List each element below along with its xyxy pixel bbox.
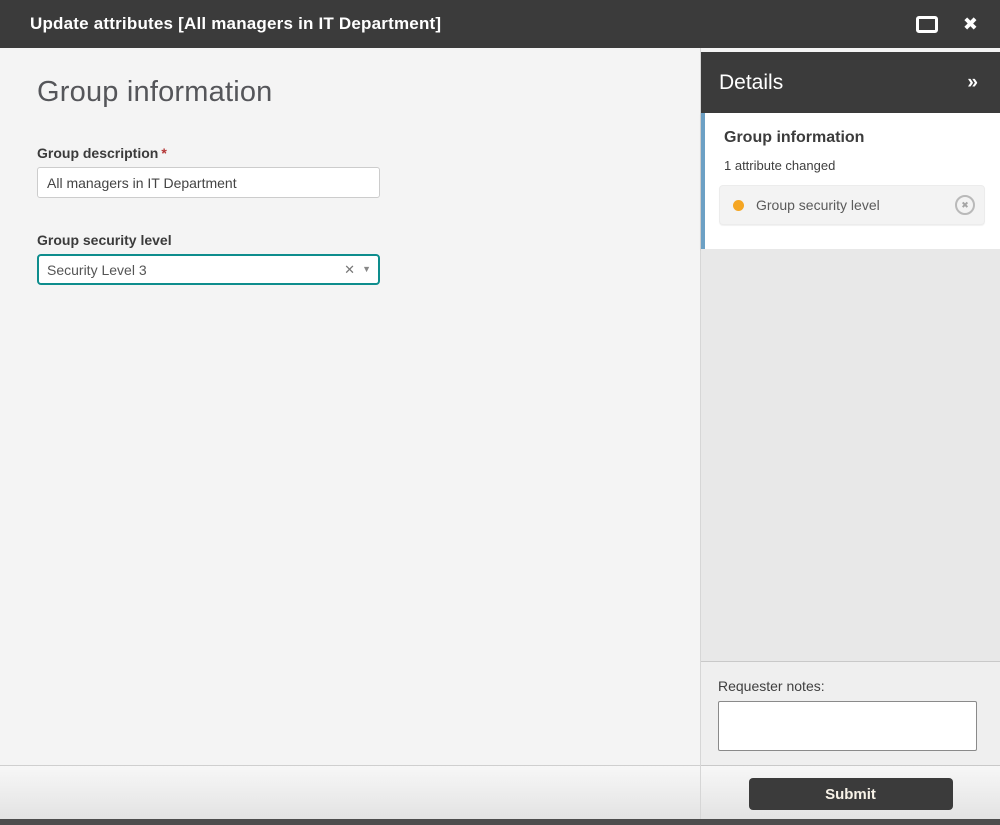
security-level-selected-value: Security Level 3: [47, 261, 147, 278]
clear-selection-icon[interactable]: ✕: [344, 263, 355, 276]
dialog-titlebar: Update attributes [All managers in IT De…: [0, 0, 1000, 48]
status-dot-icon: [733, 199, 744, 211]
requester-notes-label: Requester notes:: [718, 678, 825, 694]
update-attributes-dialog: Update attributes [All managers in IT De…: [0, 0, 1000, 825]
details-panel-title: Details: [719, 70, 784, 94]
main-footer-bar: [0, 765, 700, 819]
submit-button[interactable]: Submit: [748, 778, 953, 810]
dialog-bottom-border: [0, 819, 1000, 825]
dialog-title: Update attributes [All managers in IT De…: [30, 14, 442, 33]
details-card: Group information 1 attribute changed Gr…: [701, 113, 1000, 249]
submit-footer: Submit: [701, 765, 1000, 819]
dialog-body: Group information Group description* Gro…: [0, 48, 1000, 819]
required-asterisk: *: [161, 145, 167, 161]
collapse-panel-icon[interactable]: »: [967, 72, 978, 94]
remove-change-icon[interactable]: ✖: [955, 195, 975, 215]
sidebar-empty-space: [701, 249, 1000, 661]
form-area: Group information Group description* Gro…: [0, 48, 700, 765]
group-security-field: Group security level Security Level 3 ✕ …: [37, 232, 380, 285]
group-description-input[interactable]: [37, 167, 380, 198]
attributes-changed-summary: 1 attribute changed: [724, 158, 836, 173]
details-panel: Details » Group information 1 attribute …: [700, 48, 1000, 819]
main-panel: Group information Group description* Gro…: [0, 48, 700, 819]
changed-attribute-row[interactable]: Group security level ✖: [719, 185, 985, 225]
changed-attribute-label: Group security level: [756, 197, 880, 213]
group-security-label: Group security level: [37, 232, 172, 248]
requester-notes-textarea[interactable]: [718, 701, 977, 751]
window-controls: ✖: [915, 15, 978, 33]
chevron-down-icon[interactable]: ▼: [362, 265, 371, 274]
security-level-select[interactable]: Security Level 3 ✕ ▼: [37, 254, 380, 285]
group-description-field: Group description *: [37, 145, 380, 198]
group-description-label: Group description *: [37, 145, 380, 161]
details-section-title: Group information: [724, 129, 865, 146]
close-icon[interactable]: ✖: [963, 15, 978, 33]
group-description-label-text: Group description: [37, 145, 159, 161]
requester-notes-section: Requester notes:: [701, 661, 1000, 765]
details-header: Details »: [701, 52, 1000, 113]
maximize-icon[interactable]: [915, 15, 938, 33]
page-title: Group information: [37, 76, 273, 108]
